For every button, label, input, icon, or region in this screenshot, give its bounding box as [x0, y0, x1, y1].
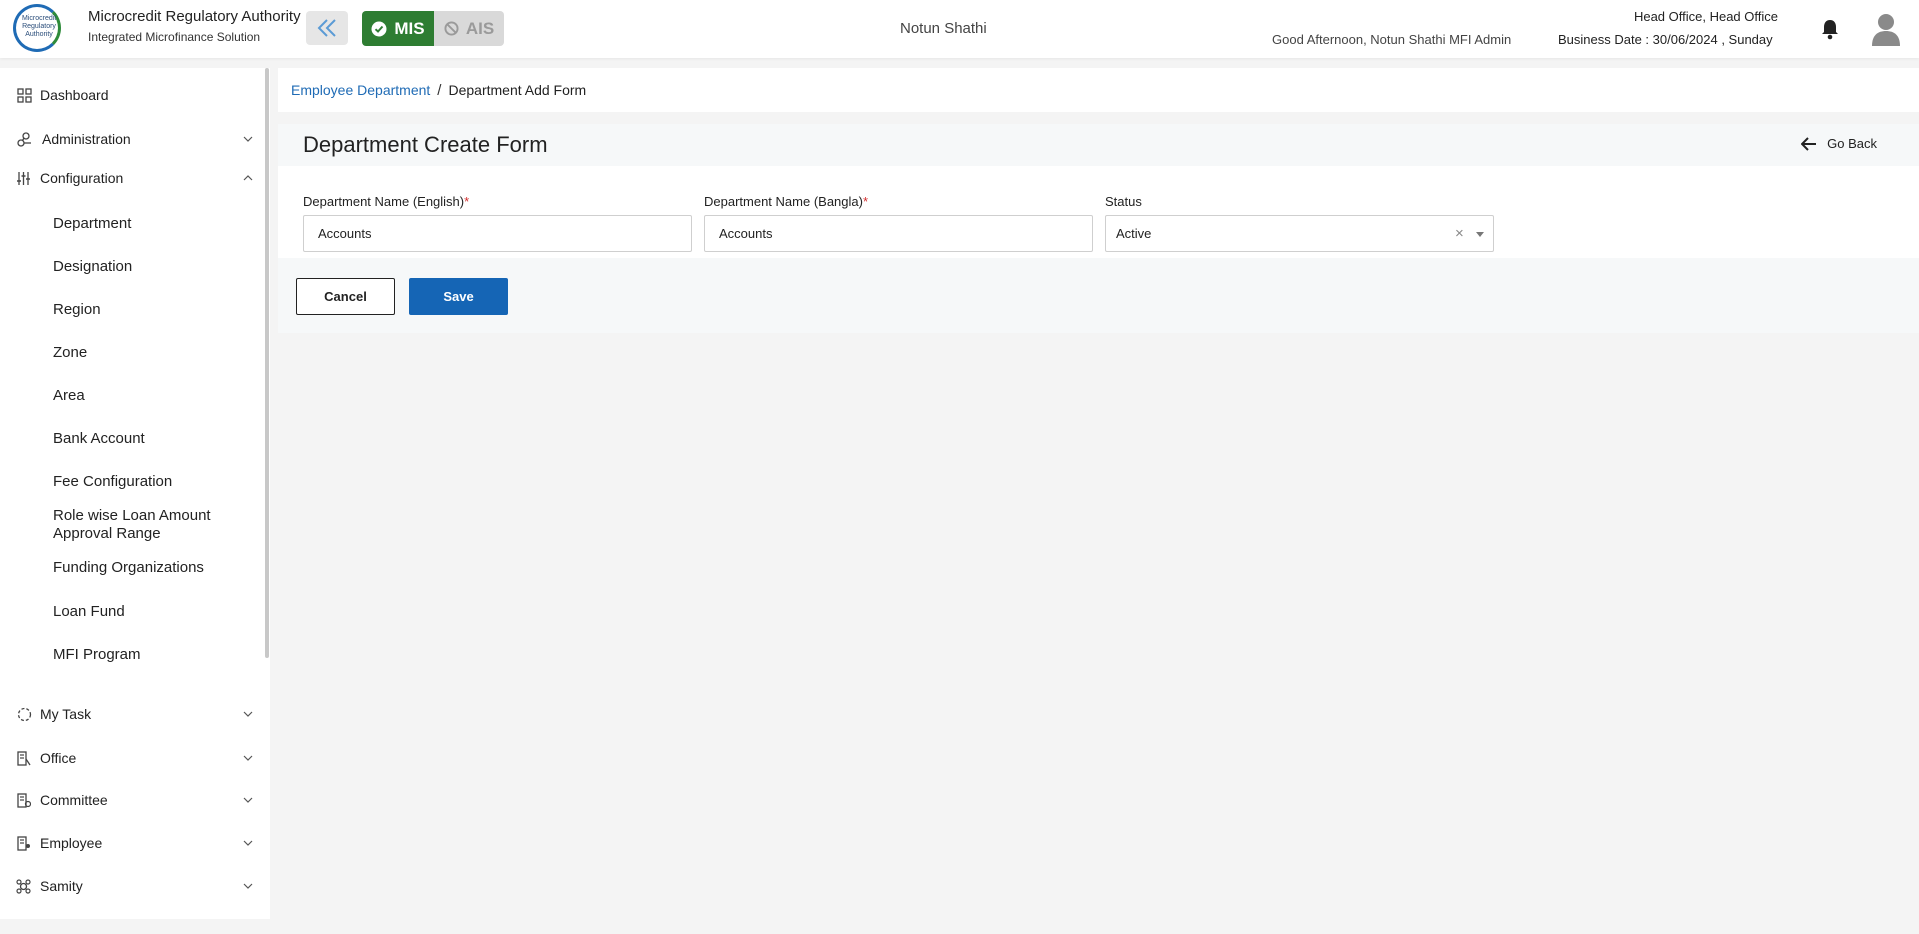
field-department-name-bangla: Department Name (Bangla)* Accounts	[704, 194, 1093, 252]
form-body: Department Name (English)* Accounts Depa…	[278, 166, 1919, 258]
chevron-up-icon	[243, 175, 253, 181]
form-header: Department Create Form Go Back	[278, 124, 1919, 166]
sidebar-subitem-funding-organizations[interactable]: Funding Organizations	[53, 559, 204, 577]
mra-logo: Microcredit Regulatory Authority	[13, 4, 61, 52]
field-department-name-english: Department Name (English)* Accounts	[303, 194, 692, 252]
disabled-icon	[444, 21, 459, 36]
sidebar-item-office[interactable]: Office	[0, 740, 262, 776]
chevron-down-icon	[243, 711, 253, 717]
chevron-down-icon	[243, 755, 253, 761]
mis-label: MIS	[394, 18, 425, 38]
sidebar-item-label: Office	[40, 750, 77, 766]
required-marker: *	[862, 194, 869, 209]
office-icon	[17, 750, 31, 766]
bell-icon[interactable]	[1820, 18, 1840, 40]
chevron-down-icon	[243, 136, 253, 142]
cancel-button[interactable]: Cancel	[296, 278, 395, 315]
task-icon	[17, 707, 32, 721]
sidebar-subitem-area[interactable]: Area	[53, 387, 85, 405]
sidebar-item-administration[interactable]: Administration	[0, 121, 262, 157]
sidebar-item-label: Committee	[40, 792, 108, 808]
module-toggle: MIS AIS	[362, 11, 504, 46]
org-name: Microcredit Regulatory Authority	[88, 8, 301, 25]
double-chevron-left-icon	[317, 19, 336, 37]
mis-mode-button[interactable]: MIS	[362, 11, 434, 46]
field-label-text: Department Name (Bangla)	[704, 194, 863, 209]
status-select[interactable]: Active ×	[1105, 215, 1494, 252]
sidebar-item-label: Configuration	[40, 170, 124, 186]
department-name-english-input[interactable]: Accounts	[303, 215, 692, 252]
sidebar-subitem-department[interactable]: Department	[53, 215, 131, 233]
sliders-icon	[17, 171, 30, 185]
sidebar-item-label: Administration	[42, 131, 131, 147]
sidebar-subitem-mfi-program[interactable]: MFI Program	[53, 646, 141, 664]
sidebar-item-label: Dashboard	[40, 87, 109, 103]
business-date: Business Date : 30/06/2024 , Sunday	[1558, 32, 1773, 47]
sidebar-subitem-bank-account[interactable]: Bank Account	[53, 430, 145, 448]
sidebar-item-dashboard[interactable]: Dashboard	[0, 77, 262, 113]
page-title: Department Create Form	[303, 132, 548, 157]
chevron-down-icon	[243, 883, 253, 889]
department-name-bangla-input[interactable]: Accounts	[704, 215, 1093, 252]
office-name: Head Office, Head Office	[1633, 9, 1778, 24]
mfi-name: Notun Shathi	[900, 20, 987, 37]
sidebar-subitem-zone[interactable]: Zone	[53, 344, 87, 362]
collapse-sidebar-button[interactable]	[306, 11, 348, 45]
sidebar-item-employee[interactable]: Employee	[0, 825, 262, 861]
org-subtitle: Integrated Microfinance Solution	[88, 30, 261, 44]
breadcrumb-link-employee-department[interactable]: Employee Department	[291, 82, 430, 98]
sidebar-item-label: Samity	[40, 878, 83, 894]
sidebar-subitem-loan-fund[interactable]: Loan Fund	[53, 603, 125, 621]
sidebar-subitem-region[interactable]: Region	[53, 301, 101, 319]
top-header: Microcredit Regulatory Authority Microcr…	[0, 0, 1919, 58]
sidebar-subitem-fee-configuration[interactable]: Fee Configuration	[53, 473, 172, 491]
chevron-down-icon	[243, 840, 253, 846]
clear-icon[interactable]: ×	[1455, 225, 1464, 242]
grid-icon	[17, 87, 32, 103]
greeting-text: Good Afternoon, Notun Shathi MFI Admin	[1272, 32, 1512, 47]
field-label: Department Name (English)*	[303, 194, 692, 209]
arrow-left-icon	[1801, 136, 1817, 151]
sidebar-item-samity[interactable]: Samity	[0, 868, 262, 904]
sidebar-item-configuration[interactable]: Configuration	[0, 160, 262, 196]
check-circle-icon	[371, 21, 387, 36]
user-avatar-icon[interactable]	[1871, 12, 1901, 46]
breadcrumb: Employee Department / Department Add For…	[278, 68, 1919, 112]
status-selected-value: Active	[1116, 226, 1152, 241]
field-label-text: Department Name (English)	[303, 194, 465, 209]
save-button[interactable]: Save	[409, 278, 508, 315]
sidebar-subitem-designation[interactable]: Designation	[53, 258, 132, 276]
field-status: Status Active ×	[1105, 194, 1494, 252]
field-label: Status	[1105, 194, 1142, 209]
logo-text: Microcredit Regulatory Authority	[22, 15, 57, 38]
breadcrumb-current: Department Add Form	[448, 82, 587, 98]
sidebar-subitem-role-wise-loan[interactable]: Role wise Loan Amount Approval Range	[53, 507, 243, 543]
sidebar-item-label: Employee	[40, 835, 103, 851]
committee-icon	[17, 792, 31, 808]
chevron-down-icon	[243, 797, 253, 803]
sidebar-item-my-task[interactable]: My Task	[0, 696, 262, 732]
required-marker: *	[464, 194, 470, 209]
field-label: Department Name (Bangla)*	[704, 194, 1093, 209]
employee-icon	[17, 835, 30, 851]
samity-icon	[16, 878, 31, 894]
go-back-button[interactable]: Go Back	[1801, 136, 1877, 151]
sidebar: Dashboard Administration Configuration D…	[0, 68, 270, 919]
sidebar-scrollbar[interactable]	[265, 68, 269, 658]
ais-label: AIS	[465, 18, 495, 38]
breadcrumb-separator: /	[437, 81, 442, 99]
go-back-label: Go Back	[1827, 136, 1877, 151]
sidebar-item-label: My Task	[40, 706, 92, 722]
ais-mode-button[interactable]: AIS	[434, 11, 504, 46]
sidebar-item-committee[interactable]: Committee	[0, 782, 262, 818]
form-actions: Cancel Save	[278, 258, 1919, 333]
caret-down-icon[interactable]	[1476, 232, 1484, 237]
admin-icon	[17, 131, 31, 147]
